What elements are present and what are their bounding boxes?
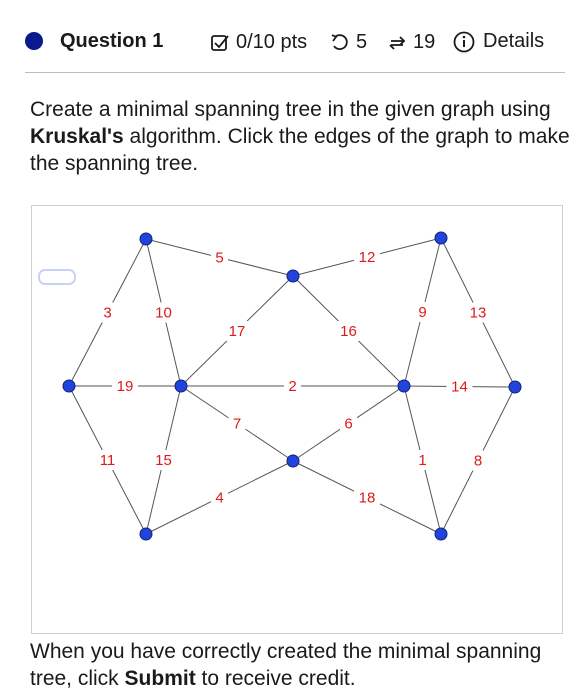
graph-vertex-A [139, 232, 153, 246]
edge-weight-label: 11 [100, 452, 116, 469]
tries-left-text: 5 [356, 31, 368, 53]
graph-svg[interactable]: 5 123 1017 169 1319 2 147 611 154 181 8 [32, 206, 562, 634]
question-header: Question 1 0/10 pts 5 19 Details [0, 0, 588, 74]
repeat-icon [389, 35, 406, 50]
graph-control-pill[interactable] [38, 269, 76, 285]
undo-icon [331, 33, 348, 50]
edge-weight-label: 19 [117, 378, 134, 395]
graph-vertex-C [434, 231, 448, 245]
edge-weight-label: 6 [344, 416, 352, 433]
prompt-text-start: Create a minimal spanning tree in the gi… [30, 98, 551, 121]
points-text: 0/10 pts [236, 31, 308, 53]
question-prompt: Create a minimal spanning tree in the gi… [30, 96, 570, 177]
edge-weight-label: 10 [155, 305, 172, 322]
info-icon [453, 31, 475, 52]
attempts-text: 19 [413, 31, 436, 53]
graph-vertex-F [397, 379, 411, 393]
edge-weight-label: 13 [470, 305, 487, 322]
question-footer: When you have correctly created the mini… [30, 638, 570, 692]
details-link[interactable]: Details [453, 30, 544, 53]
edge-weight-label: 16 [340, 323, 357, 340]
edge-weight-label: 7 [233, 416, 241, 433]
edge-weight-label: 1 [418, 452, 426, 469]
graph-vertex-G [508, 380, 522, 394]
points-indicator: 0/10 pts [210, 31, 307, 54]
tries-left-indicator: 5 [330, 31, 367, 54]
edge-weight-label: 9 [418, 304, 426, 321]
edge-weight-label: 12 [359, 249, 376, 266]
question-title: Question 1 [60, 30, 164, 52]
question-status-dot [25, 32, 43, 50]
algorithm-name: Kruskal's [30, 125, 124, 148]
graph-vertex-D [62, 379, 76, 393]
graph-vertex-H [286, 454, 300, 468]
graph-canvas[interactable]: 5 12 3 10 17 16 9 13 19 2 14 7 6 11 15 4 18 1 8 [31, 205, 563, 634]
details-label: Details [483, 30, 545, 52]
footer-text-end: to receive credit. [195, 667, 356, 690]
edge-weight-label: 14 [451, 379, 468, 396]
graph-vertex-B [286, 269, 300, 283]
header-divider [25, 72, 565, 73]
submit-word: Submit [124, 667, 196, 690]
edge-weight-label: 4 [215, 490, 223, 507]
footer-divider [31, 633, 562, 634]
edge-weight-label: 8 [474, 453, 482, 470]
checkbox-icon [211, 34, 229, 51]
edge-weight-label: 18 [359, 490, 376, 507]
attempts-indicator: 19 [387, 31, 435, 54]
graph-vertex-I [139, 527, 153, 541]
edge-weight-label: 15 [155, 452, 172, 469]
edge-weight-label: 17 [229, 323, 246, 340]
edge-weight-label: 3 [103, 305, 111, 322]
graph-vertex-E [174, 379, 188, 393]
edge-weight-label: 5 [215, 250, 223, 267]
graph-vertex-J [434, 527, 448, 541]
edge-weight-label: 2 [288, 378, 296, 395]
